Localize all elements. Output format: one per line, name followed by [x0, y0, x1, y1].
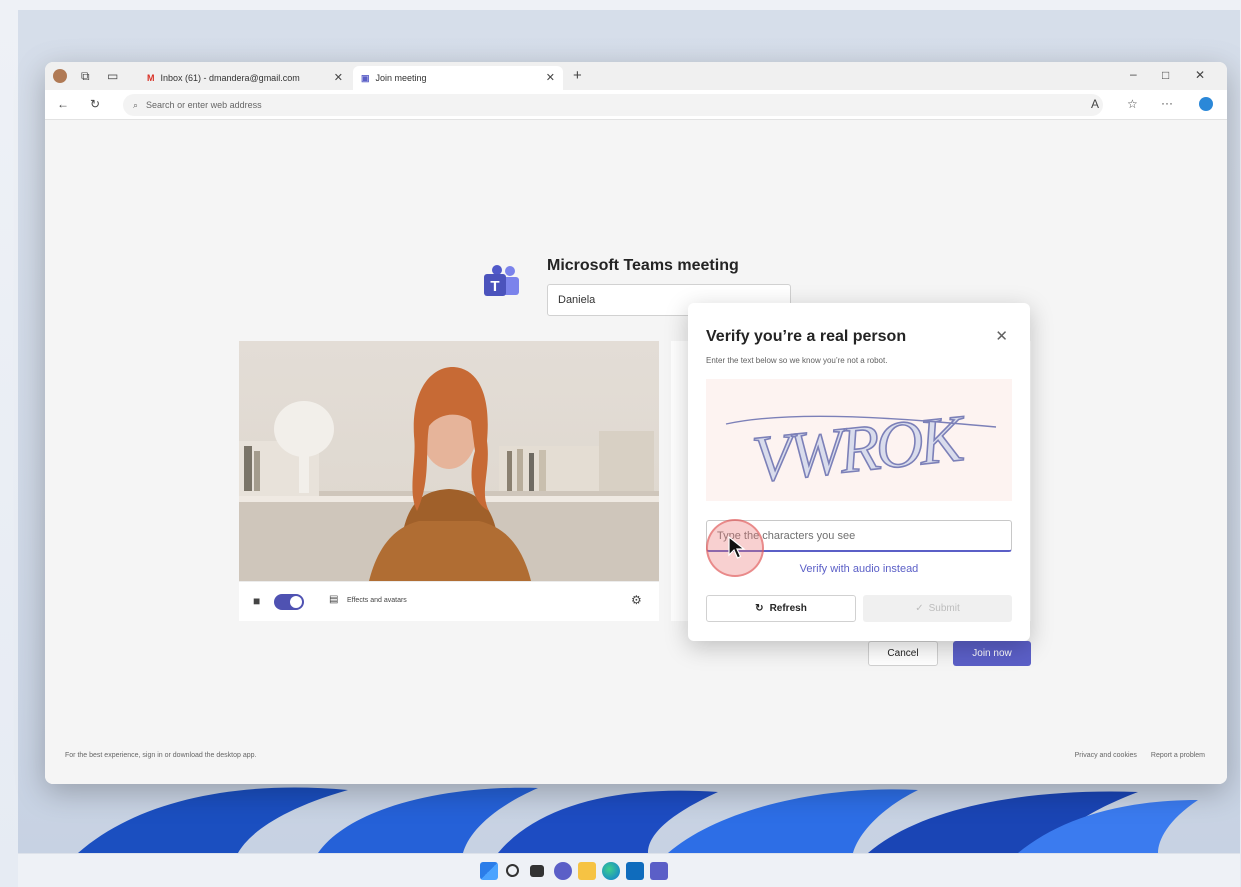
- captcha-text: VWROK: [749, 402, 970, 497]
- camera-icon: ■: [253, 594, 261, 608]
- search-icon: ⌕: [133, 99, 139, 110]
- teams-logo-icon: T: [484, 265, 519, 296]
- captcha-dialog: Verify you’re a real person ✕ Enter the …: [688, 303, 1030, 641]
- chat-icon[interactable]: [554, 862, 572, 880]
- svg-text:T: T: [490, 278, 499, 295]
- taskview-icon[interactable]: [530, 865, 544, 877]
- maximize-icon[interactable]: □: [1162, 69, 1169, 81]
- refresh-icon[interactable]: ↻: [90, 98, 100, 110]
- effects-label[interactable]: Effects and avatars: [347, 597, 407, 604]
- file-explorer-icon[interactable]: [578, 862, 596, 880]
- camera-toggle[interactable]: [274, 594, 304, 610]
- checkmark-icon: ✓: [915, 603, 924, 614]
- teams-icon[interactable]: [650, 862, 668, 880]
- teams-icon: ▣: [361, 72, 370, 83]
- dialog-title: Verify you’re a real person: [706, 328, 907, 345]
- close-tab-icon[interactable]: ✕: [546, 71, 555, 84]
- favorites-icon[interactable]: ☆: [1127, 98, 1138, 110]
- join-now-button[interactable]: Join now: [953, 641, 1031, 666]
- meeting-title: Microsoft Teams meeting: [547, 257, 739, 274]
- refresh-label: Refresh: [769, 603, 807, 614]
- refresh-icon: ↻: [755, 603, 764, 614]
- address-bar: ← ↻ ⌕ Search or enter web address A ☆ ··…: [45, 90, 1227, 120]
- start-icon[interactable]: [480, 862, 498, 880]
- read-aloud-icon[interactable]: A: [1091, 98, 1099, 110]
- new-tab-icon[interactable]: +: [573, 68, 582, 83]
- effects-icon: ▤: [329, 594, 339, 605]
- camera-preview-image: [239, 366, 659, 581]
- refresh-button[interactable]: ↻ Refresh: [706, 595, 856, 622]
- submit-button[interactable]: ✓ Submit: [863, 595, 1012, 622]
- device-settings-icon[interactable]: ⚙: [631, 594, 642, 606]
- minimize-icon[interactable]: –: [1130, 68, 1137, 80]
- search-icon[interactable]: [506, 864, 519, 877]
- back-icon[interactable]: ←: [57, 98, 69, 110]
- copilot-icon[interactable]: [1199, 97, 1213, 111]
- taskbar: [18, 853, 1240, 887]
- cancel-button[interactable]: Cancel: [868, 641, 938, 666]
- profile-avatar[interactable]: [53, 69, 67, 83]
- store-icon[interactable]: [626, 862, 644, 880]
- url-field[interactable]: ⌕ Search or enter web address: [123, 94, 1103, 116]
- privacy-link[interactable]: Privacy and cookies: [1075, 752, 1137, 759]
- tab-gmail[interactable]: M Inbox (61) - dmandera@gmail.com ✕: [139, 66, 351, 90]
- video-controls: ■ ▤ Effects and avatars ⚙: [239, 581, 659, 621]
- report-problem-link[interactable]: Report a problem: [1151, 752, 1205, 759]
- url-placeholder: Search or enter web address: [146, 100, 262, 110]
- gmail-icon: M: [147, 73, 155, 83]
- close-tab-icon[interactable]: ✕: [334, 71, 343, 84]
- tab-strip: ⧉ ▭ M Inbox (61) - dmandera@gmail.com ✕ …: [45, 62, 1227, 90]
- workspaces-icon[interactable]: ⧉: [81, 70, 90, 82]
- more-icon[interactable]: ···: [1161, 97, 1173, 109]
- tab-label: Join meeting: [375, 73, 427, 83]
- edge-icon[interactable]: [602, 862, 620, 880]
- close-icon[interactable]: ✕: [995, 327, 1008, 345]
- footer-links: Privacy and cookies Report a problem: [1075, 752, 1205, 759]
- browser-window: ⧉ ▭ M Inbox (61) - dmandera@gmail.com ✕ …: [45, 62, 1227, 784]
- captcha-image: VWROK: [706, 379, 1012, 501]
- footer-desktop-app-note[interactable]: For the best experience, sign in or down…: [65, 752, 256, 759]
- submit-label: Submit: [928, 603, 960, 614]
- tab-join-meeting[interactable]: ▣ Join meeting ✕: [353, 66, 563, 90]
- wallpaper-bloom: [78, 787, 1198, 853]
- close-window-icon[interactable]: ✕: [1195, 69, 1205, 81]
- tab-actions-icon[interactable]: ▭: [107, 70, 118, 82]
- mouse-cursor-icon: [728, 536, 746, 559]
- captcha-text-graphic: VWROK: [725, 401, 997, 497]
- dialog-subtitle: Enter the text below so we know you’re n…: [706, 356, 888, 365]
- video-preview: [239, 341, 659, 581]
- tab-label: Inbox (61) - dmandera@gmail.com: [160, 73, 300, 83]
- page-content: T Microsoft Teams meeting Daniela ■ ▤ Ef…: [45, 120, 1227, 784]
